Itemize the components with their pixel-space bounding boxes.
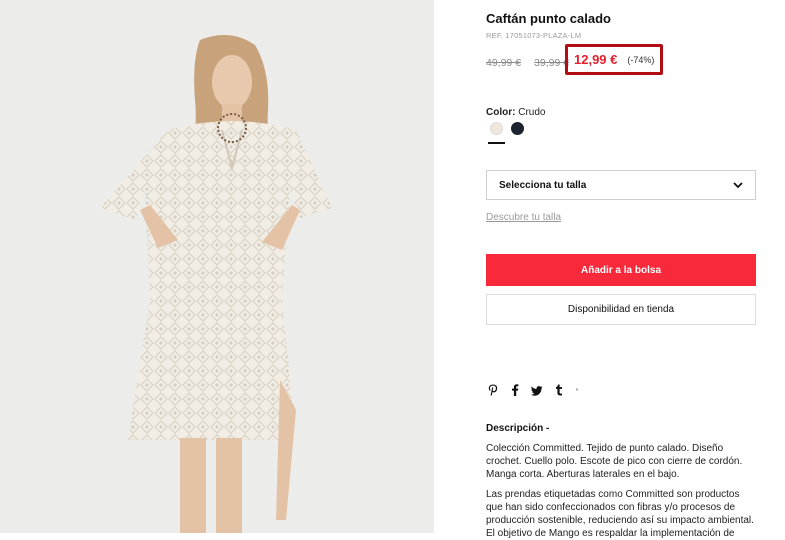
color-swatch-negro[interactable] (511, 122, 524, 135)
description-paragraph-1: Colección Committed. Tejido de punto cal… (486, 443, 743, 480)
color-label-key: Color: (486, 107, 516, 118)
pinterest-icon[interactable] (486, 384, 500, 399)
store-availability-button[interactable]: Disponibilidad en tienda (486, 294, 756, 325)
color-value: Crudo (518, 107, 546, 118)
share-icons: ' (486, 384, 580, 399)
product-photo[interactable] (0, 0, 434, 533)
size-select-label: Selecciona tu talla (499, 179, 587, 191)
product-ref: REF. 17051073-PLAZA-LM (486, 31, 582, 40)
old-price-original: 49,99 € (486, 57, 522, 69)
add-to-bag-button[interactable]: Añadir a la bolsa (486, 254, 756, 286)
chevron-down-icon (733, 181, 743, 188)
size-select[interactable]: Selecciona tu talla (486, 170, 756, 200)
share-extra: ' (576, 386, 578, 397)
current-price: 12,99 € (574, 52, 618, 67)
model-in-caftan-image (0, 0, 434, 533)
old-price-previous: 39,99 € (534, 57, 570, 69)
price-row: 49,99 € 39,99 € (486, 52, 569, 74)
tumblr-icon[interactable] (552, 384, 566, 399)
selected-swatch-indicator (488, 142, 505, 144)
facebook-icon[interactable] (508, 384, 522, 399)
description-paragraph-2: Las prendas etiquetadas como Committed s… (486, 489, 754, 539)
twitter-icon[interactable] (530, 385, 544, 399)
description-title[interactable]: Descripción - (486, 423, 549, 434)
color-label: Color: Crudo (486, 107, 545, 118)
discount-badge: (-74%) (627, 54, 655, 65)
size-guide-link[interactable]: Descubre tu talla (486, 212, 561, 223)
product-title: Caftán punto calado (486, 11, 611, 26)
current-price-highlight: 12,99 € (-74%) (565, 44, 663, 75)
color-swatch-crudo[interactable] (490, 122, 503, 135)
